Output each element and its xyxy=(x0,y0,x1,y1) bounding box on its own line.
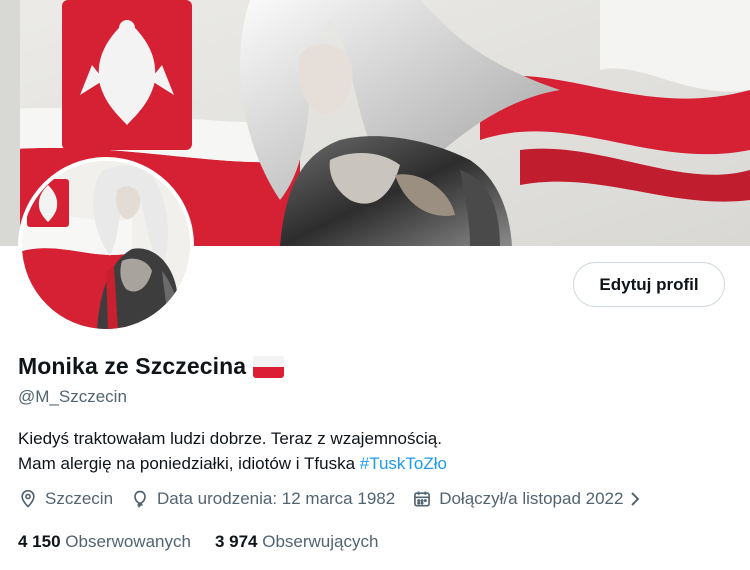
profile-bio: Kiedyś traktowałam ludzi dobrze. Teraz z… xyxy=(18,426,447,476)
edit-profile-button[interactable]: Edytuj profil xyxy=(573,262,725,307)
display-name-row: Monika ze Szczecina xyxy=(18,353,285,380)
follow-stats: 4 150 Obserwowanych 3 974 Obserwujących xyxy=(18,532,402,552)
location-text: Szczecin xyxy=(45,489,114,508)
balloon-icon xyxy=(134,490,146,508)
joined-text: Dołączył/a listopad 2022 xyxy=(439,489,624,508)
birthdate-item: Data urodzenia: 12 marca 1982 xyxy=(130,489,395,509)
following-link[interactable]: 4 150 Obserwowanych xyxy=(18,532,191,552)
bio-line-2: Mam alergię na poniedziałki, idiotów i T… xyxy=(18,451,447,476)
birthdate-text: Data urodzenia: 12 marca 1982 xyxy=(157,489,396,508)
profile-avatar[interactable] xyxy=(18,157,194,333)
display-name: Monika ze Szczecina xyxy=(18,353,247,379)
following-count: 4 150 xyxy=(18,532,61,551)
profile-meta: Szczecin Data urodzenia: 12 marca 1982 D… xyxy=(18,489,667,509)
location-item: Szczecin xyxy=(18,489,113,509)
bio-line-1: Kiedyś traktowałam ludzi dobrze. Teraz z… xyxy=(18,429,442,448)
bio-line-2-text: Mam alergię na poniedziałki, idiotów i T… xyxy=(18,454,360,473)
avatar-image xyxy=(22,161,190,329)
calendar-icon xyxy=(414,491,431,507)
user-handle: @M_Szczecin xyxy=(18,387,127,406)
joined-item[interactable]: Dołączył/a listopad 2022 xyxy=(412,489,650,509)
chevron-right-icon[interactable] xyxy=(627,490,643,508)
following-label: Obserwowanych xyxy=(65,532,191,551)
poland-flag-icon xyxy=(253,355,285,378)
followers-label: Obserwujących xyxy=(262,532,379,551)
followers-link[interactable]: 3 974 Obserwujących xyxy=(215,532,379,552)
location-pin-icon xyxy=(21,489,35,508)
followers-count: 3 974 xyxy=(214,532,258,551)
hashtag-link[interactable]: #TuskToZło xyxy=(360,454,447,473)
